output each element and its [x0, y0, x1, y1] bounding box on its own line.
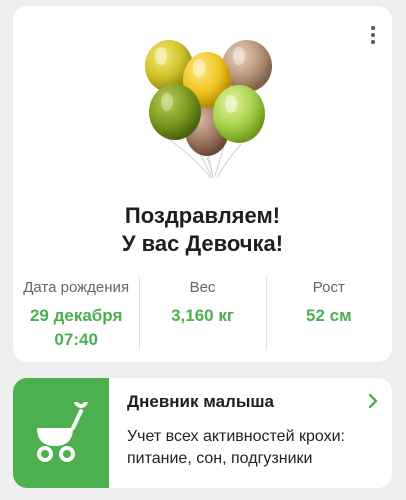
birth-date-value: 29 декабря 07:40 [13, 304, 139, 352]
baby-diary-card[interactable]: Дневник малыша Учет всех активностей кро… [13, 378, 392, 488]
stat-birth-date: Дата рождения 29 декабря 07:40 [13, 274, 139, 354]
title-line-2: У вас Девочка! [121, 231, 284, 256]
baby-stroller-icon [37, 402, 88, 462]
diary-description: Учет всех активностей крохи: питание, со… [127, 428, 345, 467]
birth-time: 07:40 [54, 330, 98, 349]
menu-dot [371, 33, 375, 37]
birth-date: 29 декабря [29, 306, 123, 325]
congratulations-title: Поздравляем! У вас Девочка! [13, 202, 392, 258]
menu-dot [371, 40, 375, 44]
height-value: 52 см [305, 306, 352, 325]
stat-height: Рост 52 см [265, 274, 392, 354]
stat-weight: Вес 3,160 кг [139, 274, 265, 354]
height-label: Рост [312, 279, 345, 296]
weight-value: 3,160 кг [171, 306, 234, 325]
diary-title: Дневник малыша [127, 392, 274, 411]
birth-stats: Дата рождения 29 декабря 07:40 Вес 3,160… [13, 274, 392, 354]
weight-label: Вес [189, 279, 216, 296]
diary-icon-box [13, 378, 109, 488]
menu-dot [371, 26, 375, 30]
congratulations-card: Поздравляем! У вас Девочка! Дата рождени… [13, 6, 392, 362]
balloons-illustration [145, 40, 272, 179]
chevron-right-icon [368, 393, 378, 409]
title-line-1: Поздравляем! [124, 203, 281, 228]
birth-date-label: Дата рождения [23, 279, 130, 296]
more-menu-button[interactable] [368, 26, 378, 48]
